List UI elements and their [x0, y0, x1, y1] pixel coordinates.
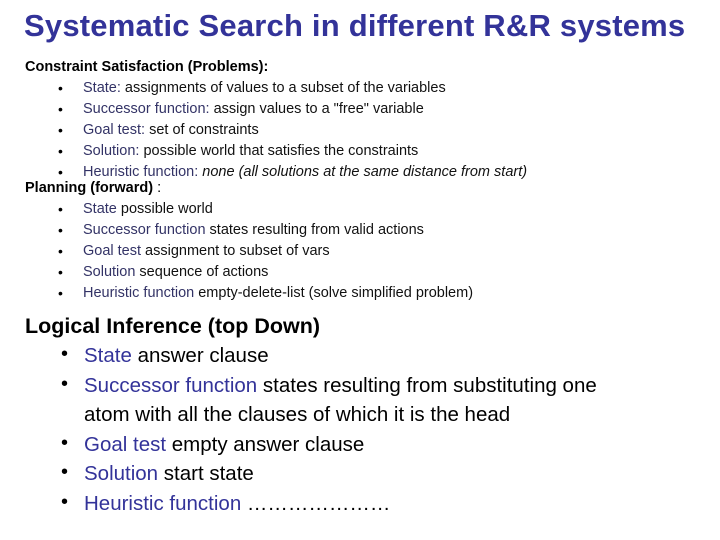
- bullet-icon: •: [58, 201, 63, 217]
- item-term: Goal test: [84, 432, 167, 456]
- list-item: • Solution sequence of actions: [25, 262, 715, 283]
- list-item: • Solution start state: [25, 459, 715, 489]
- list-item: • Goal test assignment to subset of vars: [25, 241, 715, 262]
- list-item: • Goal test empty answer clause: [25, 430, 715, 460]
- item-text: empty answer clause: [166, 432, 365, 456]
- item-term: Successor function: [83, 222, 206, 238]
- bullet-icon: •: [58, 80, 63, 96]
- bullet-icon: •: [61, 431, 69, 454]
- item-term: Solution: [83, 264, 136, 280]
- section-heading: Constraint Satisfaction (Problems):: [25, 59, 269, 75]
- item-term: State:: [83, 80, 121, 96]
- list-item: • Solution: possible world that satisfies…: [25, 141, 715, 162]
- bullet-icon: •: [58, 122, 63, 138]
- item-text: assignment to subset of vars: [141, 243, 330, 259]
- item-term: Solution:: [83, 143, 140, 159]
- section-heading: Planning (forward) :: [25, 180, 162, 196]
- bullet-icon: •: [61, 343, 69, 365]
- item-term: Successor function: [84, 373, 258, 397]
- list-item: • Successor function states resulting fro…: [25, 371, 715, 430]
- item-text: empty-delete-list (solve simplified prob…: [194, 285, 474, 301]
- item-text: states resulting from valid actions: [205, 222, 424, 238]
- item-term: Heuristic function: [84, 491, 242, 515]
- item-term: Goal test: [83, 243, 142, 259]
- list-item: • State possible world: [25, 199, 715, 220]
- item-text: sequence of actions: [135, 264, 269, 280]
- section-logical-inference: Logical Inference (top Down) • State answ…: [25, 311, 715, 518]
- bullet-list: • State possible world • Successor functio…: [25, 199, 715, 304]
- item-text: set of constraints: [145, 122, 259, 138]
- bullet-icon: •: [58, 101, 63, 117]
- item-term: Successor function:: [83, 101, 210, 117]
- list-item: • Goal test: set of constraints: [25, 120, 715, 141]
- item-text: assign values to a "free" variable: [209, 101, 424, 117]
- item-term: State: [84, 344, 132, 367]
- list-item: • Successor function states resulting fro…: [25, 220, 715, 241]
- list-item: • State: assignments of values to a subse…: [25, 78, 715, 99]
- list-item: • Successor function: assign values to a …: [25, 99, 715, 120]
- list-item: • Heuristic function …………………: [25, 489, 715, 519]
- list-item: • Heuristic function empty-delete-list (s…: [25, 283, 715, 304]
- item-text: answer clause: [131, 344, 269, 367]
- bullet-list: • State answer clause • Successor function…: [25, 341, 715, 518]
- bullet-icon: •: [58, 222, 63, 238]
- item-term: Solution: [84, 462, 159, 485]
- item-text: possible world that satisfies the constr…: [139, 143, 419, 159]
- bullet-icon: •: [61, 372, 69, 395]
- bullet-icon: •: [58, 143, 63, 159]
- bullet-icon: •: [58, 243, 63, 259]
- item-text: start state: [158, 462, 254, 485]
- bullet-icon: •: [61, 490, 69, 513]
- item-text: assignments of values to a subset of the…: [120, 80, 446, 96]
- slide-title: Systematic Search in different R&R syste…: [24, 8, 686, 43]
- item-term: Heuristic function: [83, 285, 195, 301]
- item-text-continuation: atom with all the clauses of which it is…: [84, 403, 511, 426]
- item-term: State: [83, 201, 117, 217]
- bullet-list: • State: assignments of values to a subse…: [25, 78, 715, 183]
- bullet-icon: •: [58, 285, 63, 301]
- section-heading: Logical Inference (top Down): [25, 314, 321, 338]
- item-term: Goal test:: [83, 122, 146, 138]
- item-text: …………………: [241, 491, 391, 515]
- section-constraint-satisfaction: Constraint Satisfaction (Problems): • Sta…: [25, 57, 715, 183]
- bullet-icon: •: [61, 461, 69, 483]
- section-planning: Planning (forward) : • State possible wor…: [25, 178, 715, 304]
- item-text: states resulting from substituting one: [257, 373, 597, 397]
- list-item: • State answer clause: [25, 341, 715, 371]
- bullet-icon: •: [58, 264, 63, 280]
- item-text: possible world: [116, 201, 213, 217]
